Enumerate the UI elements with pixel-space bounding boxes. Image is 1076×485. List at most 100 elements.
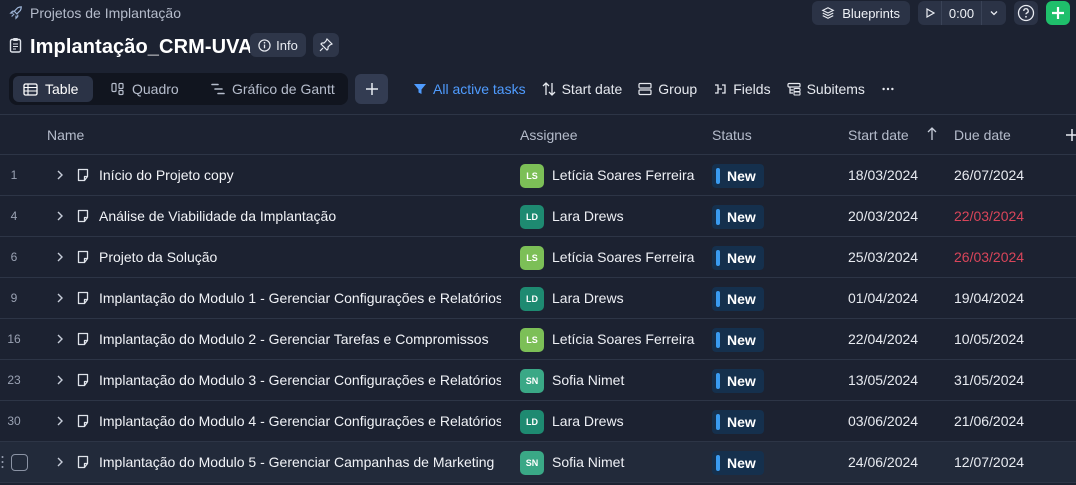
breadcrumb[interactable]: Projetos de Implantação [9, 5, 181, 21]
sort-button[interactable]: Start date [542, 81, 623, 97]
avatar[interactable]: LD [520, 287, 544, 311]
due-date[interactable]: 31/05/2024 [954, 372, 1024, 388]
due-date[interactable]: 19/04/2024 [954, 290, 1024, 306]
assignee-name[interactable]: Lara Drews [552, 208, 624, 224]
table-row[interactable]: 30 Implantação do Modulo 4 - Gerenciar C… [0, 401, 1076, 442]
play-button[interactable] [918, 1, 942, 25]
start-date[interactable]: 25/03/2024 [848, 249, 918, 265]
due-date[interactable]: 22/03/2024 [954, 208, 1024, 224]
status-badge[interactable]: New [712, 287, 764, 311]
avatar[interactable]: LS [520, 164, 544, 188]
row-number: 1 [10, 168, 18, 182]
task-name[interactable]: Projeto da Solução [99, 249, 501, 265]
sort-label: Start date [561, 81, 623, 97]
status-badge[interactable]: New [712, 246, 764, 270]
row-checkbox[interactable] [11, 454, 28, 471]
filter-button[interactable]: All active tasks [413, 81, 526, 97]
start-date[interactable]: 24/06/2024 [848, 454, 918, 470]
assignee-name[interactable]: Sofia Nimet [552, 454, 624, 470]
start-date[interactable]: 13/05/2024 [848, 372, 918, 388]
avatar[interactable]: SN [520, 369, 544, 393]
blueprints-button[interactable]: Blueprints [812, 1, 910, 25]
add-view-button[interactable] [355, 74, 388, 104]
status-badge[interactable]: New [712, 451, 764, 475]
due-date[interactable]: 10/05/2024 [954, 331, 1024, 347]
task-name[interactable]: Implantação do Modulo 4 - Gerenciar Conf… [99, 413, 501, 429]
status-badge[interactable]: New [712, 410, 764, 434]
task-name[interactable]: Início do Projeto copy [99, 167, 501, 183]
avatar[interactable]: LD [520, 205, 544, 229]
due-date[interactable]: 26/07/2024 [954, 167, 1024, 183]
assignee-name[interactable]: Letícia Soares Ferreira [552, 331, 694, 347]
chevron-right-icon[interactable] [54, 373, 66, 387]
chevron-right-icon[interactable] [54, 250, 66, 264]
help-button[interactable] [1014, 1, 1038, 25]
start-date[interactable]: 01/04/2024 [848, 290, 918, 306]
avatar[interactable]: LS [520, 246, 544, 270]
assignee-name[interactable]: Lara Drews [552, 413, 624, 429]
create-button[interactable] [1046, 1, 1070, 25]
column-due-date[interactable]: Due date [954, 127, 1011, 143]
table-header: Name Assignee Status Start date Due date [0, 114, 1076, 155]
avatar[interactable]: SN [520, 451, 544, 475]
column-assignee[interactable]: Assignee [520, 127, 578, 143]
task-name[interactable]: Implantação do Modulo 1 - Gerenciar Conf… [99, 290, 501, 306]
task-name[interactable]: Análise de Viabilidade da Implantação [99, 208, 501, 224]
start-date[interactable]: 03/06/2024 [848, 413, 918, 429]
sort-ascending-icon[interactable] [926, 127, 938, 141]
assignee-name[interactable]: Letícia Soares Ferreira [552, 249, 694, 265]
chevron-right-icon[interactable] [54, 168, 66, 182]
due-date[interactable]: 12/07/2024 [954, 454, 1024, 470]
avatar[interactable]: LD [520, 410, 544, 434]
chevron-right-icon[interactable] [54, 414, 66, 428]
status-badge[interactable]: New [712, 369, 764, 393]
table-row[interactable]: 23 Implantação do Modulo 3 - Gerenciar C… [0, 360, 1076, 401]
add-column-icon[interactable] [1066, 129, 1076, 141]
table-row[interactable]: 9 Implantação do Modulo 1 - Gerenciar Co… [0, 278, 1076, 319]
status-badge[interactable]: New [712, 328, 764, 352]
layers-icon [821, 7, 835, 19]
fields-icon [715, 84, 726, 94]
column-name[interactable]: Name [47, 127, 84, 143]
assignee-name[interactable]: Letícia Soares Ferreira [552, 167, 694, 183]
column-status[interactable]: Status [712, 127, 752, 143]
pin-button[interactable] [313, 33, 339, 57]
start-date[interactable]: 20/03/2024 [848, 208, 918, 224]
timer-dropdown-button[interactable] [982, 1, 1006, 25]
tab-quadro[interactable]: Quadro [101, 76, 189, 102]
info-button[interactable]: Info [250, 33, 306, 57]
task-name[interactable]: Implantação do Modulo 5 - Gerenciar Camp… [99, 454, 501, 470]
chevron-right-icon[interactable] [54, 209, 66, 223]
table-row[interactable]: 6 Projeto da Solução LS Letícia Soares F… [0, 237, 1076, 278]
status-badge[interactable]: New [712, 164, 764, 188]
drag-handle-icon[interactable] [1, 455, 4, 469]
avatar[interactable]: LS [520, 328, 544, 352]
table-row[interactable]: 4 Análise de Viabilidade da Implantação … [0, 196, 1076, 237]
info-icon [258, 38, 271, 52]
chevron-right-icon[interactable] [54, 332, 66, 346]
column-start-date[interactable]: Start date [848, 127, 909, 143]
chevron-right-icon[interactable] [54, 291, 66, 305]
more-button[interactable] [881, 82, 895, 96]
tab-gantt[interactable]: Gráfico de Gantt [201, 76, 345, 102]
fields-button[interactable]: Fields [713, 81, 771, 97]
gantt-icon [211, 83, 225, 95]
status-badge[interactable]: New [712, 205, 764, 229]
start-date[interactable]: 18/03/2024 [848, 167, 918, 183]
group-label: Group [658, 81, 698, 97]
table-row[interactable]: 16 Implantação do Modulo 2 - Gerenciar T… [0, 319, 1076, 360]
assignee-name[interactable]: Sofia Nimet [552, 372, 624, 388]
group-button[interactable]: Group [638, 81, 697, 97]
due-date[interactable]: 21/06/2024 [954, 413, 1024, 429]
chevron-right-icon[interactable] [54, 455, 66, 469]
table-row[interactable]: Implantação do Modulo 5 - Gerenciar Camp… [0, 442, 1076, 483]
task-name[interactable]: Implantação do Modulo 3 - Gerenciar Conf… [99, 372, 501, 388]
table-row[interactable]: 1 Início do Projeto copy LS Letícia Soar… [0, 155, 1076, 196]
fields-label: Fields [733, 81, 771, 97]
subitems-button[interactable]: Subitems [786, 81, 865, 97]
task-name[interactable]: Implantação do Modulo 2 - Gerenciar Tare… [99, 331, 501, 347]
start-date[interactable]: 22/04/2024 [848, 331, 918, 347]
due-date[interactable]: 26/03/2024 [954, 249, 1024, 265]
tab-table[interactable]: Table [13, 76, 93, 102]
assignee-name[interactable]: Lara Drews [552, 290, 624, 306]
